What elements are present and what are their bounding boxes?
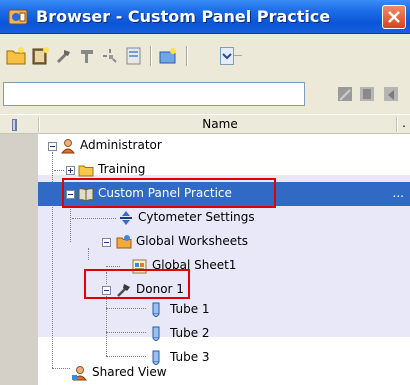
toolbar-separator: [234, 55, 242, 56]
window-titlebar: Browser - Custom Panel Practice: [0, 0, 410, 34]
user-icon: [60, 139, 76, 154]
tree-item-label: Training: [98, 162, 146, 176]
highlight-box: [84, 269, 190, 299]
tree-item-label: Tube 2: [170, 326, 210, 340]
expand-toggle[interactable]: [66, 166, 75, 175]
tree-item-tube-1[interactable]: Tube 1: [38, 298, 410, 322]
new-tube-icon[interactable]: [54, 46, 74, 66]
search-row: [0, 78, 410, 114]
new-panel-icon[interactable]: [124, 46, 144, 66]
close-button[interactable]: [382, 5, 406, 29]
new-worksheet-icon[interactable]: [78, 46, 98, 66]
column-icon-header[interactable]: [4, 117, 24, 133]
column-divider[interactable]: [38, 117, 40, 132]
cytometer-settings-icon: [120, 211, 132, 225]
toolbar-separator: [186, 46, 188, 66]
close-icon: [388, 11, 400, 23]
tree-item-label: Administrator: [80, 138, 162, 152]
toolbar-dropdown[interactable]: [220, 47, 234, 65]
global-worksheets-icon: [116, 235, 132, 249]
tree-item-label: Cytometer Settings: [138, 210, 255, 224]
column-extra-header[interactable]: .: [398, 116, 410, 130]
filter-icon[interactable]: [334, 83, 356, 105]
browser-app-icon: [8, 9, 28, 25]
tube-icon: [152, 326, 160, 341]
tree-item-cytometer-settings[interactable]: Cytometer Settings: [38, 206, 410, 230]
tree-item-label: Tube 1: [170, 302, 210, 316]
collapse-toggle[interactable]: [48, 142, 57, 151]
highlight-box: [62, 178, 276, 208]
shared-user-icon: [72, 366, 88, 381]
export-icon[interactable]: [380, 83, 402, 105]
tree-item-shared-view[interactable]: Shared View: [38, 361, 410, 385]
new-folder-icon[interactable]: [6, 46, 26, 66]
search-input[interactable]: [3, 82, 305, 106]
tree-item-global-worksheets[interactable]: Global Worksheets: [38, 230, 410, 254]
folder-icon: [78, 165, 94, 177]
tree-item-label: Shared View: [92, 365, 167, 379]
tube-icon: [152, 302, 160, 317]
window-title: Browser - Custom Panel Practice: [36, 7, 331, 26]
column-name-header[interactable]: Name: [46, 117, 394, 131]
new-global-icon[interactable]: [158, 46, 178, 66]
tree-item-administrator[interactable]: Administrator: [38, 134, 410, 158]
row-gutter: [0, 134, 38, 385]
column-header: Name .: [0, 114, 410, 134]
toolbar-separator: [150, 46, 152, 66]
tree-item-tube-2[interactable]: Tube 2: [38, 322, 410, 346]
new-specimen-icon[interactable]: [100, 46, 120, 66]
overflow-indicator: ...: [392, 186, 404, 200]
collapse-toggle[interactable]: [102, 238, 111, 247]
layout-icon[interactable]: [356, 83, 378, 105]
toolbar: [0, 34, 410, 78]
tree-item-label: Global Worksheets: [136, 234, 249, 248]
chevron-down-icon: [222, 53, 232, 60]
new-experiment-icon[interactable]: [30, 46, 50, 66]
browser-tree: Administrator Training Custom Panel Prac…: [38, 134, 410, 385]
